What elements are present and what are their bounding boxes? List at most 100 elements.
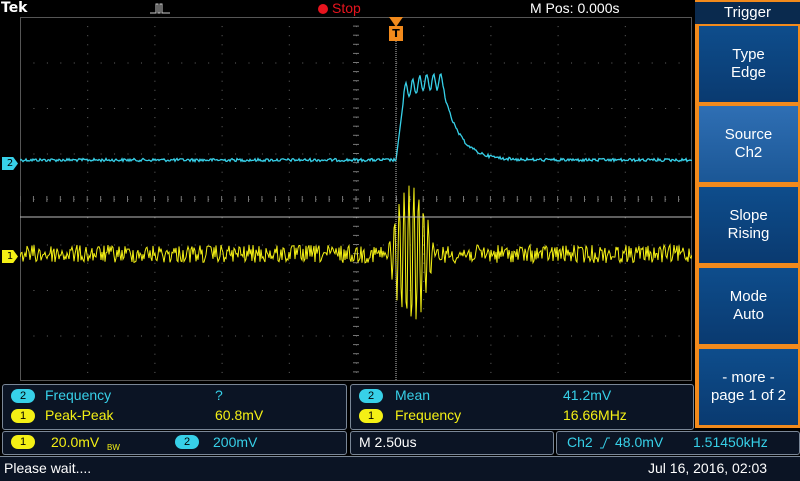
type-button-value: Edge	[730, 64, 767, 81]
grid-dot	[87, 108, 89, 109]
grid-dot	[140, 335, 142, 337]
grid-dot	[624, 253, 626, 255]
mode-button[interactable]: Mode Auto	[699, 268, 798, 344]
more-button[interactable]: - more - page 1 of 2	[699, 349, 798, 425]
grid-dot	[436, 62, 438, 64]
grid-dot	[678, 153, 680, 155]
grid-dot	[423, 98, 425, 100]
grid-dot	[46, 62, 48, 64]
grid-dot	[423, 344, 425, 346]
grid-dot	[127, 335, 129, 337]
ch2-ground-marker[interactable]: 2	[2, 157, 18, 170]
grid-dot	[423, 280, 425, 282]
grid-dot	[490, 362, 492, 364]
grid-dot	[261, 62, 263, 64]
trigger-marker-icon[interactable]: T	[389, 26, 403, 41]
grid-dot	[450, 153, 452, 155]
grid-dot	[140, 108, 142, 109]
grid-dot	[490, 335, 492, 337]
grid-dot	[423, 371, 425, 373]
grid-dot	[127, 108, 129, 109]
ch1-ground-marker[interactable]: 1	[2, 250, 18, 263]
waveform-display[interactable]	[20, 17, 692, 381]
grid-dot	[288, 208, 290, 210]
grid-dot	[329, 153, 331, 155]
grid-dot	[369, 290, 371, 291]
horizontal-readout[interactable]: M 2.50us	[350, 431, 554, 455]
measurement-name: Frequency	[395, 407, 462, 423]
vertical-readout[interactable]: 1 20.0mV BW 2 200mV	[2, 431, 347, 455]
grid-dot	[517, 290, 519, 291]
grid-dot	[490, 244, 492, 246]
grid-dot	[665, 335, 667, 337]
grid-dot	[154, 353, 156, 355]
grid-dot	[154, 26, 156, 28]
grid-dot	[154, 308, 156, 310]
type-button-label: Type	[732, 46, 765, 63]
grid-dot	[624, 89, 626, 91]
grid-dot	[315, 244, 317, 246]
run-state[interactable]: Stop	[332, 0, 361, 16]
grid-dot	[315, 62, 317, 64]
measurement-panel-right[interactable]: 2 Mean 41.2mV 1 Frequency 16.66MHz	[350, 384, 694, 430]
grid-dot	[87, 171, 89, 173]
grid-dot	[557, 62, 559, 64]
ch1-scale: 20.0mV	[51, 434, 100, 450]
grid-dot	[261, 153, 263, 155]
grid-dot	[60, 244, 62, 246]
grid-dot	[611, 62, 613, 64]
grid-dot	[73, 244, 75, 246]
grid-dot	[624, 353, 626, 355]
grid-dot	[611, 335, 613, 337]
grid-dot	[221, 189, 223, 191]
grid-dot	[140, 244, 142, 246]
trigger-level: 48.0mV	[615, 434, 664, 450]
grid-dot	[557, 271, 559, 273]
source-button[interactable]: Source Ch2	[699, 106, 798, 182]
grid-dot	[490, 53, 492, 55]
grid-dot	[154, 71, 156, 73]
grid-dot	[557, 335, 559, 337]
grid-dot	[87, 353, 89, 355]
grid-dot	[423, 26, 425, 28]
grid-dot	[208, 290, 210, 291]
grid-dot	[288, 271, 290, 273]
grid-dot	[208, 108, 210, 109]
measurement-value: 41.2mV	[563, 387, 612, 403]
grid-dot	[288, 117, 290, 119]
grid-dot	[490, 235, 492, 237]
grid-dot	[154, 98, 156, 100]
grid-dot	[423, 108, 425, 109]
grid-dot	[221, 244, 223, 246]
type-button[interactable]: Type Edge	[699, 26, 798, 102]
grid-dot	[436, 290, 438, 291]
grid-dot	[517, 153, 519, 155]
grid-dot	[611, 153, 613, 155]
grid-dot	[87, 144, 89, 146]
grid-dot	[423, 35, 425, 37]
grid-dot	[208, 335, 210, 337]
grid-dot	[114, 62, 116, 64]
grid-dot	[154, 53, 156, 55]
grid-dot	[315, 153, 317, 155]
grid-dot	[530, 244, 532, 246]
grid-dot	[369, 62, 371, 64]
grid-dot	[221, 271, 223, 273]
grid-dot	[624, 208, 626, 210]
grid-dot	[167, 244, 169, 246]
measurement-panel-left[interactable]: 2 Frequency ? 1 Peak-Peak 60.8mV	[2, 384, 347, 430]
grid-dot	[490, 144, 492, 146]
grid-dot	[154, 44, 156, 46]
grid-dot	[342, 108, 344, 109]
grid-dot	[557, 171, 559, 173]
grid-dot	[557, 180, 559, 182]
grid-dot	[436, 108, 438, 109]
slope-button[interactable]: Slope Rising	[699, 187, 798, 263]
grid-dot	[369, 108, 371, 109]
grid-dot	[288, 108, 290, 109]
grid-dot	[114, 335, 116, 337]
grid-dot	[450, 290, 452, 291]
trigger-readout[interactable]: Ch2 48.0mV 1.51450kHz	[556, 431, 800, 455]
grid-dot	[221, 326, 223, 328]
grid-dot	[665, 244, 667, 246]
